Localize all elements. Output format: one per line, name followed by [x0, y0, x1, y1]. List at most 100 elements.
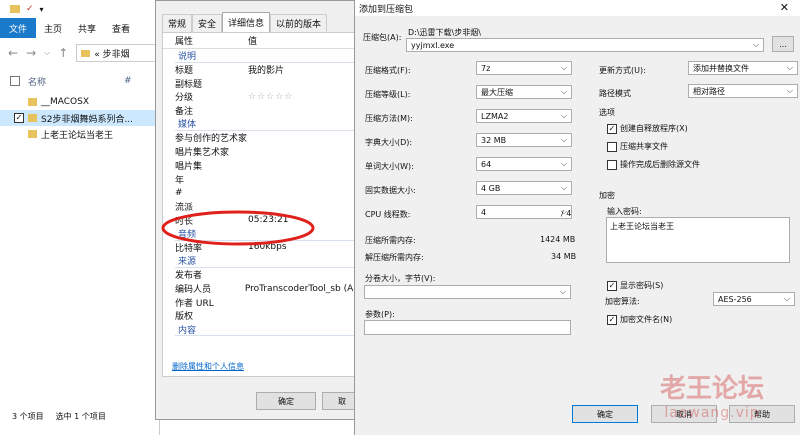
- explorer-window: ✓ ▾ 文件 主页 共享 查看 ← → ⌵ ↑ « 步非烟 名称 # __MAC…: [0, 0, 160, 435]
- rating-stars[interactable]: ☆☆☆☆☆: [248, 92, 293, 102]
- property-row[interactable]: #: [175, 186, 359, 200]
- enc-method-select[interactable]: AES-256: [713, 292, 795, 306]
- dropdown-icon[interactable]: ▾: [40, 5, 44, 14]
- section-label: 说明: [178, 51, 197, 62]
- property-value: 我的影片: [248, 66, 285, 77]
- encrypt-names-label: 加密文件名(N): [620, 315, 673, 324]
- show-password-label: 显示密码(S): [620, 281, 664, 290]
- enc-method-label: 加密算法:: [605, 297, 640, 306]
- opt-shared[interactable]: 压缩共享文件: [607, 140, 668, 153]
- tab-view[interactable]: 查看: [104, 22, 138, 35]
- method-label: 压缩方法(M):: [365, 114, 413, 123]
- update-label: 更新方式(U):: [599, 66, 646, 75]
- property-row[interactable]: 分级 ☆☆☆☆☆: [175, 90, 359, 104]
- property-name: 版权: [175, 312, 194, 323]
- tab-share[interactable]: 共享: [70, 22, 104, 35]
- property-row[interactable]: 发布者: [175, 268, 359, 282]
- chevron-down-icon[interactable]: ⌵: [44, 48, 50, 58]
- property-name: 分级: [175, 93, 194, 104]
- tab-previous-versions[interactable]: 以前的版本: [270, 14, 328, 32]
- item-count: 3 个项目: [12, 412, 44, 421]
- ok-button[interactable]: 确定: [256, 392, 316, 410]
- dialog-titlebar: 添加到压缩包 ✕: [355, 0, 800, 16]
- dict-label: 字典大小(D):: [365, 138, 413, 147]
- pathmode-select[interactable]: 相对路径: [688, 84, 798, 98]
- property-name: 备注: [175, 107, 194, 118]
- split-combo[interactable]: [364, 285, 571, 299]
- list-item[interactable]: ✓ S2步非烟舞妈系列合...: [0, 110, 160, 126]
- dict-select[interactable]: 32 MB: [476, 133, 572, 147]
- options-title: 选项: [599, 108, 615, 117]
- close-icon[interactable]: ✕: [780, 1, 789, 14]
- list-item[interactable]: __MACOSX: [0, 94, 160, 110]
- list-item[interactable]: 上老王论坛当老王: [0, 126, 160, 142]
- property-row[interactable]: 编码人员 ProTranscoderTool_sb (Ap: [175, 282, 359, 296]
- folder-icon: [81, 49, 91, 57]
- tab-home[interactable]: 主页: [36, 22, 70, 35]
- level-select[interactable]: 最大压缩: [476, 85, 572, 99]
- up-arrow-icon[interactable]: ↑: [58, 46, 68, 60]
- remove-properties-link[interactable]: 删除属性和个人信息: [172, 361, 244, 372]
- sfx-checkbox[interactable]: ✓: [607, 123, 617, 134]
- property-row[interactable]: 作者 URL: [175, 295, 359, 309]
- props-panel: 属性 值 说明 标题 我的影片 副标题分级 ☆☆☆☆☆ 备注媒体 参与创作的艺术家 唱片集艺术…: [162, 32, 360, 377]
- tab-details[interactable]: 详细信息: [222, 12, 271, 32]
- opt-sfx[interactable]: ✓ 创建自释放程序(X): [607, 122, 688, 135]
- column-number[interactable]: #: [124, 76, 132, 86]
- column-name[interactable]: 名称: [28, 75, 124, 88]
- rar-ok-button[interactable]: 确定: [572, 405, 638, 423]
- section-header: 说明: [175, 49, 359, 63]
- format-select[interactable]: 7z: [476, 61, 572, 75]
- archive-name-combo[interactable]: yyjmxl.exe: [406, 38, 764, 52]
- tab-security[interactable]: 安全: [192, 14, 223, 32]
- solid-select[interactable]: 4 GB: [476, 181, 572, 195]
- select-all-checkbox[interactable]: [10, 76, 20, 86]
- property-name: 唱片集艺术家: [175, 148, 230, 159]
- watermark-url: laowang.vip: [664, 405, 760, 421]
- section-header: 内容: [175, 323, 359, 337]
- property-name: 副标题: [175, 79, 203, 90]
- opt-encrypt-names[interactable]: ✓ 加密文件名(N): [607, 313, 672, 326]
- property-row[interactable]: 副标题: [175, 76, 359, 90]
- opt-show-password[interactable]: ✓ 显示密码(S): [607, 279, 663, 292]
- password-input[interactable]: 上老王论坛当老王: [606, 217, 790, 263]
- property-row[interactable]: 版权: [175, 309, 359, 323]
- opt-delete[interactable]: 操作完成后删除源文件: [607, 158, 700, 171]
- tab-general[interactable]: 常规: [162, 14, 193, 32]
- section-label: 媒体: [178, 120, 197, 131]
- header-value[interactable]: 值: [248, 34, 257, 47]
- delete-checkbox[interactable]: [607, 159, 617, 170]
- property-row[interactable]: 唱片集: [175, 159, 359, 173]
- word-select[interactable]: 64: [476, 157, 572, 171]
- section-header: 来源: [175, 254, 359, 268]
- nav-bar: ← → ⌵ ↑ « 步非烟: [0, 40, 160, 66]
- address-bar[interactable]: « 步非烟: [76, 44, 160, 62]
- method-select[interactable]: LZMA2: [476, 109, 572, 123]
- forward-arrow-icon[interactable]: →: [26, 46, 36, 60]
- encrypt-names-checkbox[interactable]: ✓: [607, 314, 617, 325]
- cpu-select[interactable]: 4: [476, 205, 572, 219]
- section-label: 内容: [178, 325, 197, 336]
- property-row[interactable]: 备注: [175, 104, 359, 118]
- shared-checkbox[interactable]: [607, 141, 617, 152]
- mem-decompress-label: 解压缩所需内存:: [365, 253, 424, 262]
- property-row[interactable]: 唱片集艺术家: [175, 145, 359, 159]
- show-password-checkbox[interactable]: ✓: [607, 280, 617, 291]
- property-row[interactable]: 标题 我的影片: [175, 63, 359, 77]
- params-input[interactable]: [364, 320, 571, 335]
- archive-path: D:\迅雷下载\步非烟\: [408, 28, 481, 37]
- item-name: 上老王论坛当老王: [41, 130, 114, 141]
- browse-button[interactable]: ...: [772, 36, 794, 52]
- check-icon[interactable]: ✓: [26, 4, 34, 14]
- selected-count: 选中 1 个项目: [55, 412, 106, 421]
- item-checkbox[interactable]: ✓: [14, 113, 24, 123]
- property-row[interactable]: 参与创作的艺术家: [175, 131, 359, 145]
- watermark: 老王论坛 laowang.vip: [660, 368, 764, 421]
- update-select[interactable]: 添加并替换文件: [688, 61, 798, 75]
- property-row[interactable]: 年: [175, 172, 359, 186]
- folder-icon[interactable]: [10, 5, 20, 13]
- back-arrow-icon[interactable]: ←: [8, 46, 18, 60]
- header-property[interactable]: 属性: [175, 34, 248, 47]
- tab-file[interactable]: 文件: [0, 18, 36, 38]
- format-label: 压缩格式(F):: [365, 66, 411, 75]
